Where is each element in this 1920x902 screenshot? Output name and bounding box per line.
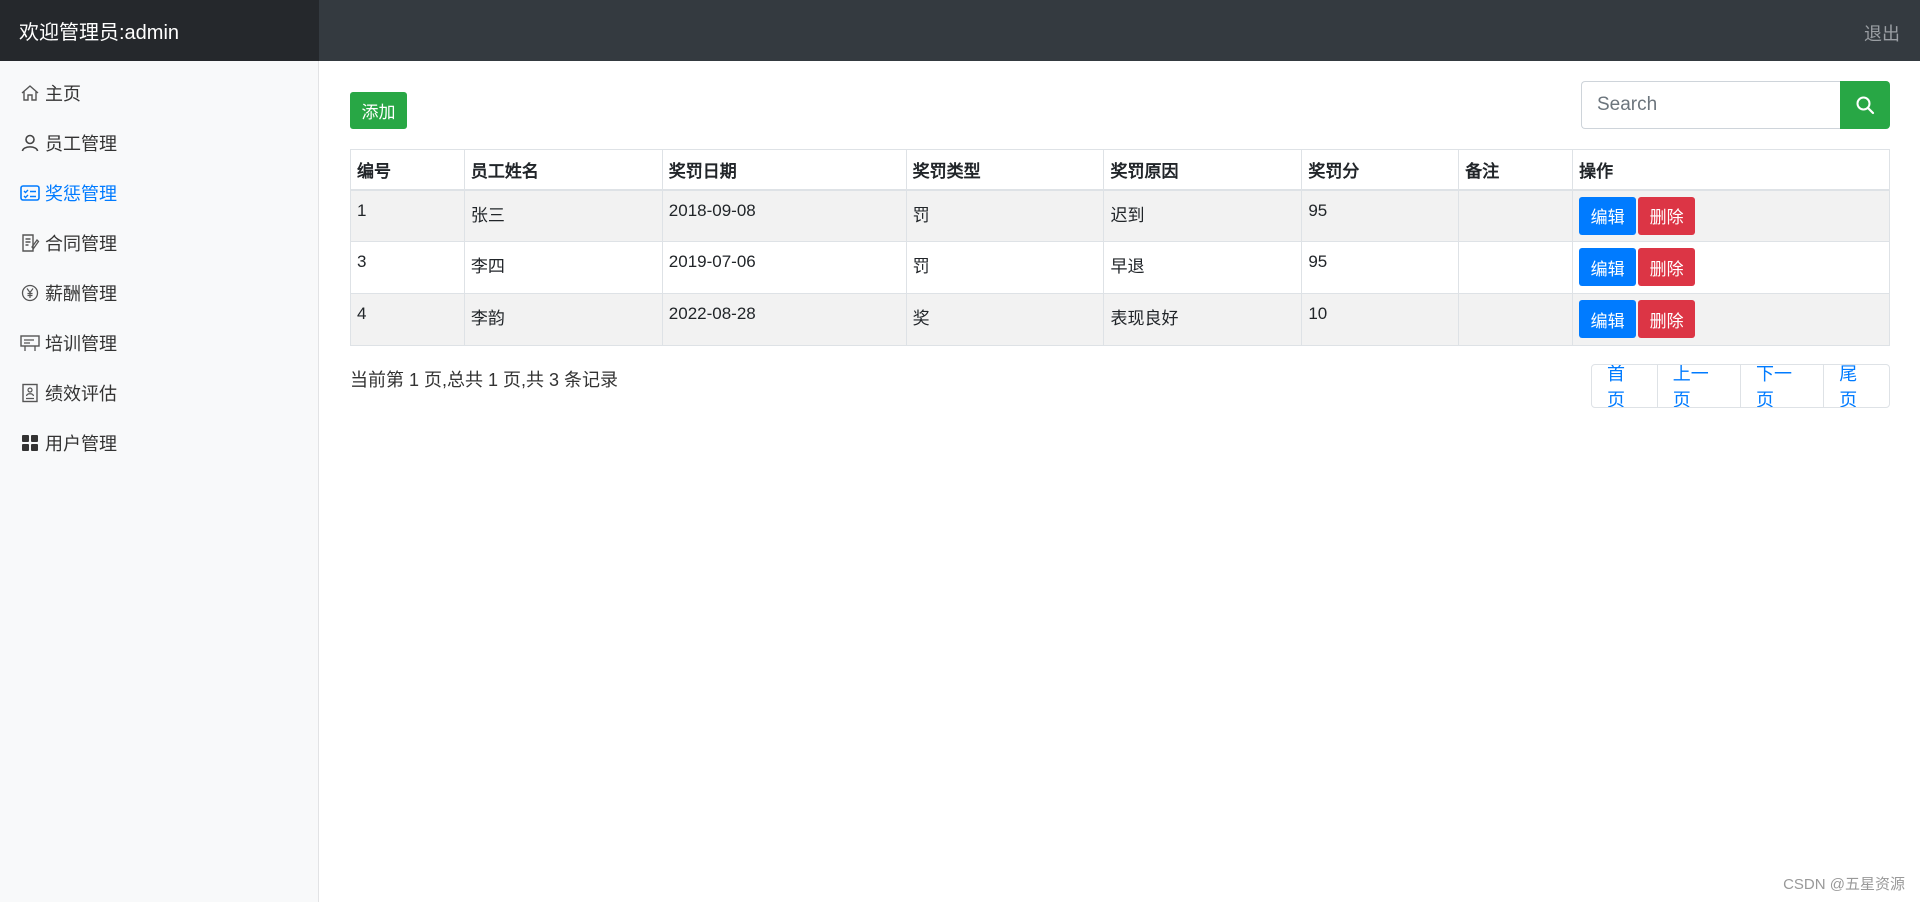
sidebar-item-training[interactable]: 培训管理: [19, 328, 117, 358]
delete-button[interactable]: 删除: [1638, 196, 1696, 235]
column-header: 奖罚原因: [1103, 149, 1303, 191]
reward-punishment-table: 编号 员工姓名 奖罚日期 奖罚类型 奖罚原因 奖罚分 备注 操作 1 张三 20…: [350, 149, 1890, 346]
cell-type: 奖: [905, 293, 1105, 346]
column-header: 奖罚类型: [905, 149, 1105, 191]
column-header: 奖罚日期: [661, 149, 907, 191]
cell-reason: 表现良好: [1103, 293, 1303, 346]
yen-icon: [21, 284, 39, 302]
cell-note: [1458, 189, 1574, 242]
cell-score: 10: [1301, 293, 1460, 346]
grid-icon: [22, 435, 38, 451]
cell-reason: 早退: [1103, 241, 1303, 294]
top-navbar: 欢迎管理员:admin 退出: [0, 0, 1920, 61]
delete-button[interactable]: 删除: [1638, 300, 1696, 338]
sidebar-item-home[interactable]: 主页: [19, 78, 81, 108]
cell-score: 95: [1301, 189, 1460, 242]
home-icon: [21, 85, 39, 101]
table-row: 3 李四 2019-07-06 罚 早退 95 编辑 删除: [350, 241, 1890, 294]
cell-reason: 迟到: [1103, 189, 1303, 242]
cell-name: 张三: [463, 189, 663, 242]
cell-score: 95: [1301, 241, 1460, 294]
sidebar-item-label: 主页: [45, 84, 81, 104]
search-button[interactable]: [1840, 81, 1890, 129]
column-header: 员工姓名: [463, 149, 663, 191]
cell-actions: 编辑 删除: [1572, 189, 1890, 242]
last-page-link[interactable]: 尾页: [1823, 365, 1889, 407]
table-header-row: 编号 员工姓名 奖罚日期 奖罚类型 奖罚原因 奖罚分 备注 操作: [350, 149, 1890, 191]
search-icon: [1856, 96, 1875, 115]
checklist-icon: [20, 185, 40, 201]
logout-link[interactable]: 退出: [1864, 20, 1900, 46]
cell-id: 1: [350, 189, 465, 242]
edit-button[interactable]: 编辑: [1579, 248, 1637, 286]
sidebar-item-users[interactable]: 用户管理: [19, 428, 117, 458]
sidebar-item-label: 薪酬管理: [45, 284, 117, 304]
sidebar-item-contract[interactable]: 合同管理: [19, 228, 117, 258]
column-header: 操作: [1572, 149, 1890, 191]
sidebar-item-salary[interactable]: 薪酬管理: [19, 278, 117, 308]
pagination-info: 当前第 1 页,总共 1 页,共 3 条记录: [350, 370, 619, 390]
sidebar-item-label: 合同管理: [45, 234, 117, 254]
prev-page-link[interactable]: 上一页: [1656, 365, 1740, 407]
cell-note: [1458, 241, 1574, 294]
sidebar-item-evaluation[interactable]: 绩效评估: [19, 378, 117, 408]
contract-icon: [22, 234, 40, 252]
sidebar-item-label: 用户管理: [45, 434, 117, 454]
training-icon: [20, 335, 40, 351]
cell-name: 李四: [463, 241, 663, 294]
cell-type: 罚: [905, 241, 1105, 294]
watermark: CSDN @五星资源: [1783, 876, 1905, 893]
table-row: 4 李韵 2022-08-28 奖 表现良好 10 编辑 删除: [350, 293, 1890, 346]
pagination: 首页 上一页 下一页 尾页: [1591, 364, 1890, 408]
edit-button[interactable]: 编辑: [1579, 300, 1637, 338]
cell-type: 罚: [905, 189, 1105, 242]
table-row: 1 张三 2018-09-08 罚 迟到 95 编辑 删除: [350, 189, 1890, 242]
column-header: 编号: [350, 149, 465, 191]
cell-actions: 编辑 删除: [1572, 293, 1890, 346]
sidebar-item-label: 奖惩管理: [45, 184, 117, 204]
cell-note: [1458, 293, 1574, 346]
sidebar-item-employee[interactable]: 员工管理: [19, 128, 117, 158]
cell-name: 李韵: [463, 293, 663, 346]
delete-button[interactable]: 删除: [1638, 248, 1696, 286]
cell-actions: 编辑 删除: [1572, 241, 1890, 294]
cell-date: 2019-07-06: [661, 241, 907, 294]
search-form: [1581, 81, 1890, 129]
cell-date: 2018-09-08: [661, 189, 907, 242]
edit-button[interactable]: 编辑: [1579, 196, 1637, 235]
sidebar-item-label: 员工管理: [45, 134, 117, 154]
search-input[interactable]: [1581, 81, 1840, 129]
sidebar: 主页 员工管理 奖惩管理 合同管理 薪酬管理 培训管理 绩效评估 用户管理: [0, 61, 319, 902]
add-button[interactable]: 添加: [350, 92, 407, 129]
sidebar-item-reward-punishment[interactable]: 奖惩管理: [19, 178, 117, 208]
evaluation-icon: [22, 383, 38, 403]
cell-id: 4: [350, 293, 465, 346]
first-page-link[interactable]: 首页: [1592, 365, 1657, 407]
column-header: 奖罚分: [1301, 149, 1460, 191]
cell-id: 3: [350, 241, 465, 294]
sidebar-item-label: 绩效评估: [45, 384, 117, 404]
brand-title: 欢迎管理员:admin: [0, 0, 319, 61]
cell-date: 2022-08-28: [661, 293, 907, 346]
user-icon: [21, 134, 39, 152]
column-header: 备注: [1458, 149, 1574, 191]
sidebar-item-label: 培训管理: [45, 334, 117, 354]
next-page-link[interactable]: 下一页: [1740, 365, 1823, 407]
